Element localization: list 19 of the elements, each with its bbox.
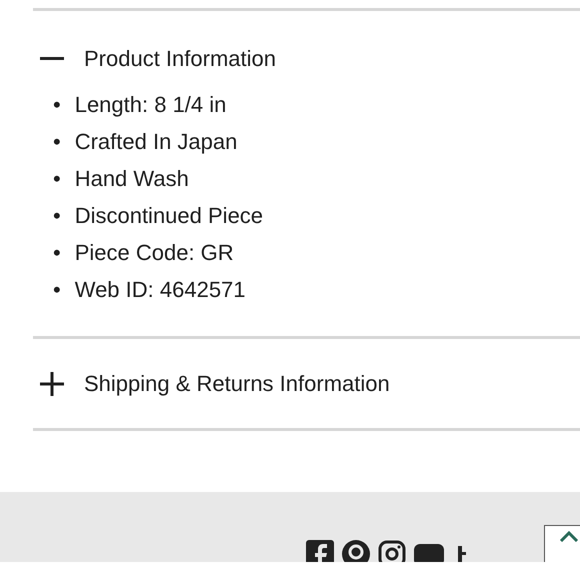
instagram-icon[interactable] [378,540,406,562]
bullet: • [53,128,61,156]
bullet: • [53,165,61,193]
minus-icon [40,56,64,60]
accordion-header[interactable]: Shipping & Returns Information [33,339,390,428]
bullet: • [53,91,61,119]
list-item: Web ID: 4642571 [74,276,246,304]
plus-icon [40,372,64,396]
facebook-icon[interactable] [306,540,334,562]
list-item: Discontinued Piece [74,202,264,230]
bullet: • [53,202,61,230]
bullet: • [53,276,61,304]
bullet: • [53,239,61,267]
list-item: Piece Code: GR [74,239,234,267]
list-item: Crafted In Japan [74,128,238,156]
list-item: Hand Wash [74,165,189,193]
list-item: Length: 8 1/4 in [74,91,226,119]
pinterest-icon[interactable] [342,540,370,562]
caret-up-icon [559,530,579,542]
